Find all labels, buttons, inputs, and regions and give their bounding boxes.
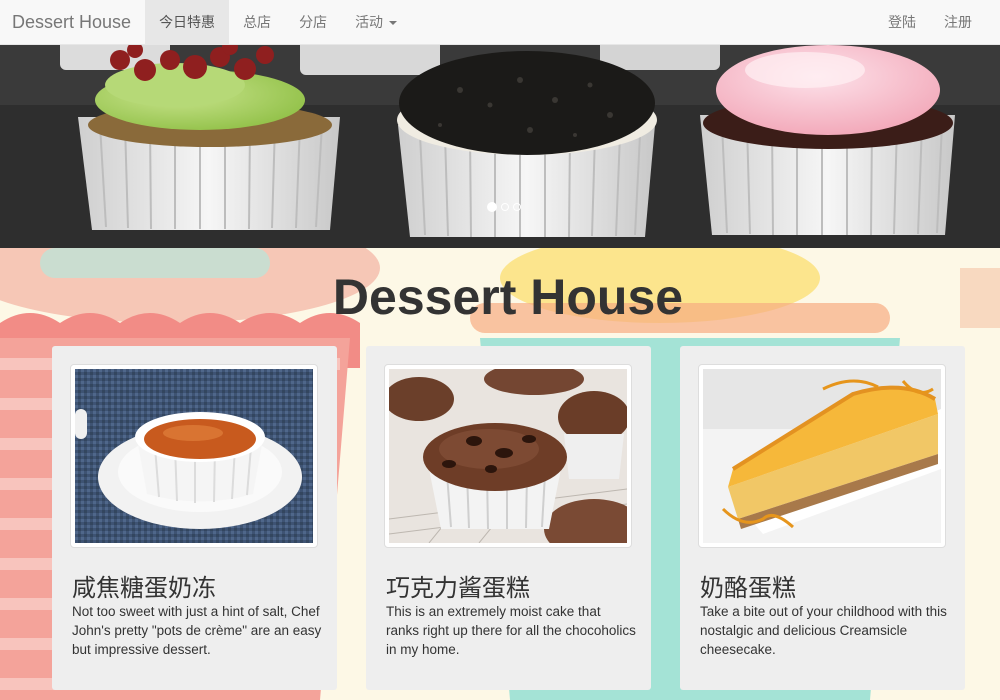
carousel-indicator-3[interactable] (513, 203, 521, 211)
top-navbar: Dessert House 今日特惠 总店 分店 活动 登陆 注册 (0, 0, 1000, 45)
card-thumbnail[interactable] (384, 364, 632, 548)
nav-item-head-store[interactable]: 总店 (229, 0, 285, 44)
nav-item-label: 今日特惠 (159, 14, 216, 30)
nav-item-label: 登陆 (888, 14, 916, 30)
card-description: This is an extremely moist cake that ran… (386, 604, 636, 657)
dessert-card-2: 巧克力酱蛋糕 This is an extremely moist cake t… (366, 346, 651, 690)
nav-item-label: 活动 (355, 14, 384, 30)
salted-caramel-image (75, 369, 313, 543)
dessert-card-3: 奶酪蛋糕 Take a bite out of your childhood w… (680, 346, 965, 690)
cheesecake-image (703, 369, 941, 543)
register-link[interactable]: 注册 (930, 0, 986, 44)
brand-link[interactable]: Dessert House (0, 0, 145, 44)
caret-down-icon (389, 21, 398, 25)
carousel-slide-image (0, 45, 1000, 248)
nav-item-branch-store[interactable]: 分店 (285, 0, 341, 44)
carousel-indicator-2[interactable] (501, 203, 509, 211)
nav-item-events-dropdown[interactable]: 活动 (341, 0, 411, 44)
nav-item-label: 分店 (299, 14, 328, 30)
card-title: 咸焦糖蛋奶冻 (72, 574, 216, 602)
card-description: Take a bite out of your childhood with t… (700, 604, 947, 657)
hero-carousel[interactable] (0, 45, 1000, 248)
page-title: Dessert House (332, 269, 684, 325)
carousel-indicators (487, 202, 521, 212)
chocolate-cake-image (389, 369, 627, 543)
nav-right: 登陆 注册 (874, 0, 1000, 44)
carousel-indicator-1[interactable] (487, 202, 497, 212)
card-title: 巧克力酱蛋糕 (386, 574, 530, 602)
login-link[interactable]: 登陆 (874, 0, 930, 44)
card-thumbnail[interactable] (698, 364, 946, 548)
dessert-card-1: 咸焦糖蛋奶冻 Not too sweet with just a hint of… (52, 346, 337, 690)
nav-item-label: 总店 (243, 14, 272, 30)
card-thumbnail[interactable] (70, 364, 318, 548)
nav-left: 今日特惠 总店 分店 活动 (145, 0, 411, 44)
card-description: Not too sweet with just a hint of salt, … (72, 604, 322, 657)
card-title: 奶酪蛋糕 (700, 574, 796, 602)
nav-item-today-special[interactable]: 今日特惠 (145, 0, 230, 44)
nav-item-label: 注册 (944, 14, 972, 30)
